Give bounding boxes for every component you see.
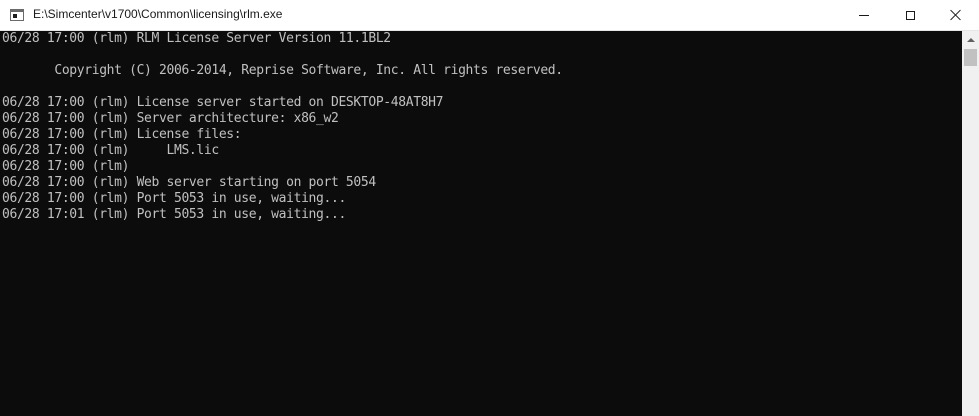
console-line: Copyright (C) 2006-2014, Reprise Softwar… [2, 63, 563, 78]
minimize-icon [859, 14, 869, 16]
console-window: E:\Simcenter\v1700\Common\licensing\rlm.… [0, 0, 979, 416]
scroll-thumb[interactable] [964, 49, 977, 66]
console-line: 06/28 17:00 (rlm) RLM License Server Ver… [2, 31, 391, 46]
console-line: 06/28 17:00 (rlm) License files: [2, 127, 242, 142]
arrow-up-icon [966, 37, 975, 42]
console-line: 06/28 17:00 (rlm) LMS.lic [2, 143, 219, 158]
vertical-scrollbar[interactable] [962, 31, 979, 416]
console-line: 06/28 17:01 (rlm) Port 5053 in use, wait… [2, 207, 346, 222]
console-line: 06/28 17:00 (rlm) [2, 159, 130, 174]
console-line: 06/28 17:00 (rlm) Web server starting on… [2, 175, 376, 190]
console-line: 06/28 17:00 (rlm) Server architecture: x… [2, 111, 339, 126]
window-title: E:\Simcenter\v1700\Common\licensing\rlm.… [33, 7, 283, 21]
close-icon [950, 9, 962, 21]
title-bar[interactable]: E:\Simcenter\v1700\Common\licensing\rlm.… [0, 0, 979, 31]
maximize-button[interactable] [887, 0, 933, 30]
console-line: 06/28 17:00 (rlm) License server started… [2, 95, 444, 110]
minimize-button[interactable] [841, 0, 887, 30]
scroll-up-button[interactable] [962, 31, 979, 48]
close-button[interactable] [933, 0, 979, 30]
console-output[interactable]: 06/28 17:00 (rlm) RLM License Server Ver… [0, 31, 962, 416]
console-line: 06/28 17:00 (rlm) Port 5053 in use, wait… [2, 191, 346, 206]
maximize-icon [905, 10, 915, 20]
console-window-icon[interactable] [10, 9, 24, 21]
